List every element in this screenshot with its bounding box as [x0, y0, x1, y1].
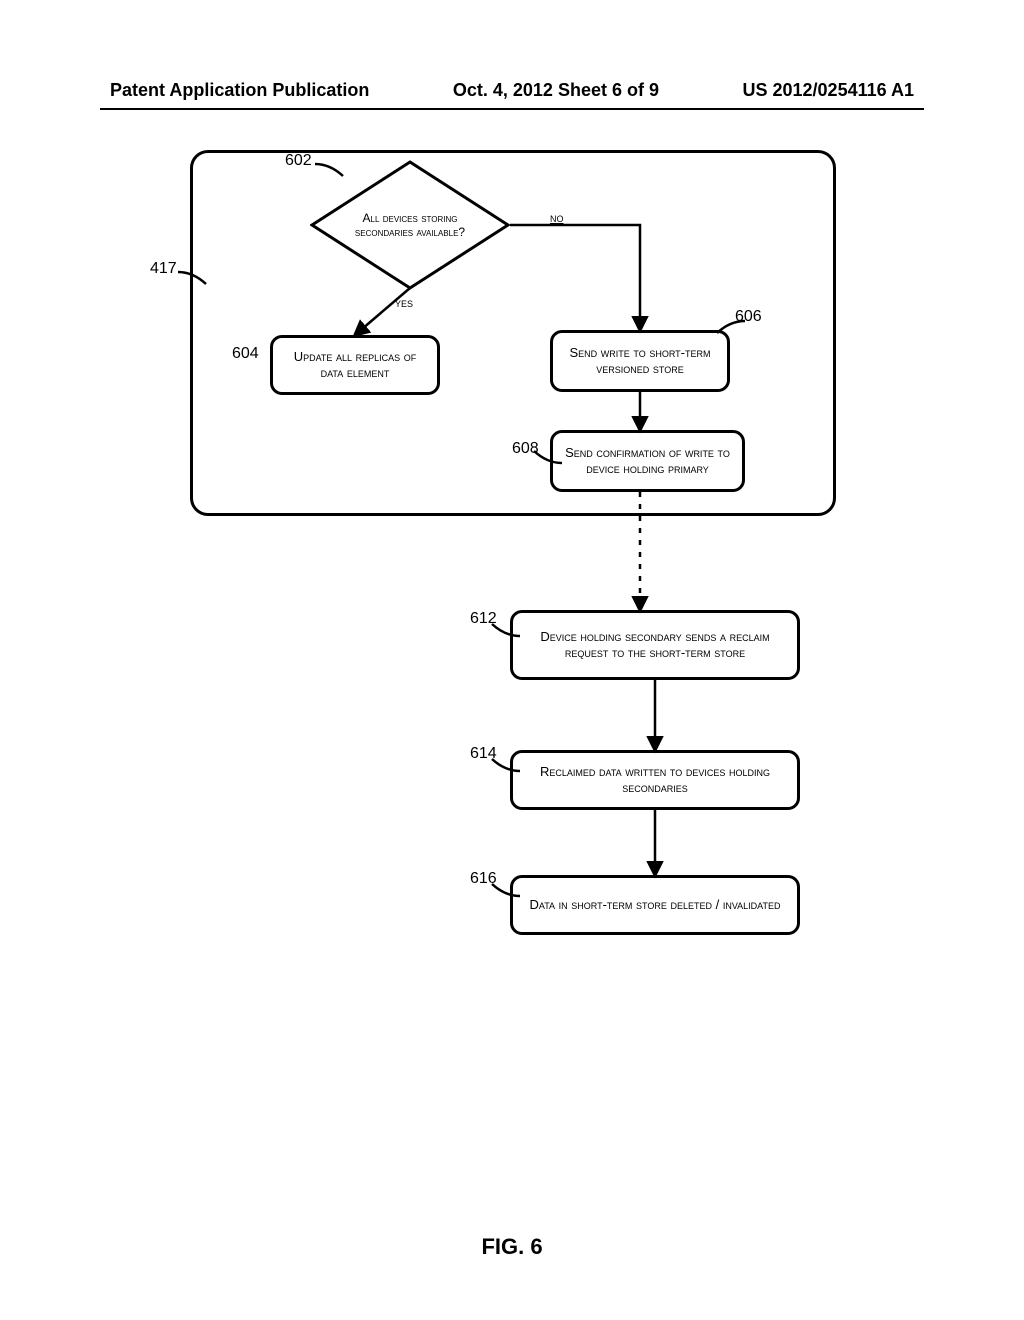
header-center: Oct. 4, 2012 Sheet 6 of 9: [453, 80, 659, 101]
ref-417: 417: [150, 260, 177, 278]
process-612-text: Device holding secondary sends a reclaim…: [523, 629, 787, 662]
flowchart: 417 All devices storing secondaries avai…: [150, 140, 870, 1040]
page-header: Patent Application Publication Oct. 4, 2…: [110, 80, 914, 101]
process-616: Data in short-term store deleted / inval…: [510, 875, 800, 935]
ref-tail-614: [490, 755, 520, 775]
ref-tail-616: [490, 880, 520, 900]
header-right: US 2012/0254116 A1: [743, 80, 914, 101]
header-left: Patent Application Publication: [110, 80, 369, 101]
process-614: Reclaimed data written to devices holdin…: [510, 750, 800, 810]
process-608: Send confirmation of write to device hol…: [550, 430, 745, 492]
ref-tail-417: [178, 268, 208, 288]
edge-no: no: [550, 210, 564, 225]
ref-602: 602: [285, 152, 312, 170]
ref-tail-602: [315, 160, 345, 180]
edge-yes: yes: [395, 295, 413, 310]
header-rule: [100, 108, 924, 110]
ref-tail-606: [715, 317, 745, 337]
process-614-text: Reclaimed data written to devices holdin…: [523, 764, 787, 797]
page: Patent Application Publication Oct. 4, 2…: [0, 0, 1024, 1320]
process-604-text: Update all replicas of data element: [283, 349, 427, 382]
ref-tail-608: [532, 447, 562, 467]
process-606-text: Send write to short-term versioned store: [563, 345, 717, 378]
figure-label: FIG. 6: [0, 1234, 1024, 1260]
process-616-text: Data in short-term store deleted / inval…: [529, 897, 780, 913]
process-604: Update all replicas of data element: [270, 335, 440, 395]
ref-604: 604: [232, 345, 259, 363]
process-612: Device holding secondary sends a reclaim…: [510, 610, 800, 680]
process-606: Send write to short-term versioned store: [550, 330, 730, 392]
process-608-text: Send confirmation of write to device hol…: [563, 445, 732, 478]
ref-tail-612: [490, 620, 520, 640]
